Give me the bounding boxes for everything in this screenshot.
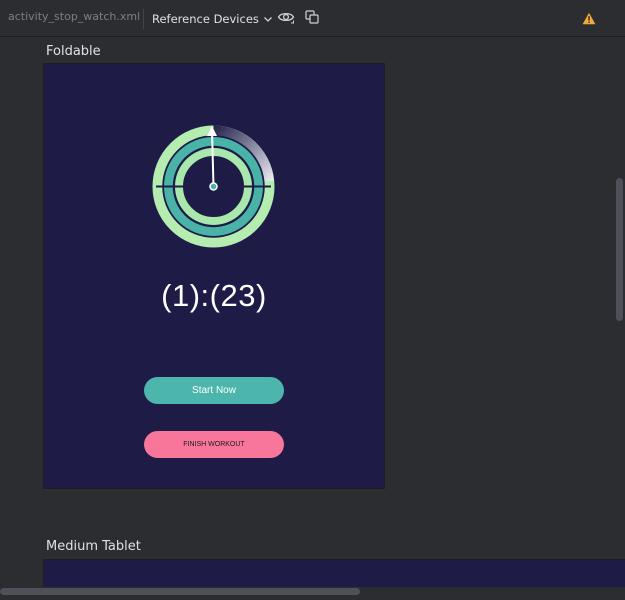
warning-icon [582, 10, 596, 29]
eye-icon [277, 9, 295, 29]
reference-devices-dropdown[interactable]: Reference Devices [152, 8, 274, 30]
file-tab[interactable]: activity_stop_watch.xml [8, 10, 140, 23]
medium-tablet-section-label: Medium Tablet [46, 539, 141, 554]
toolbar-divider [143, 9, 144, 29]
visibility-toggle-button[interactable] [275, 8, 297, 30]
preview-toolbar: activity_stop_watch.xml Reference Device… [0, 0, 625, 37]
finish-workout-button[interactable]: FINISH WORKOUT [144, 431, 284, 458]
foldable-device-preview[interactable]: (1):(23) Start Now FINISH WORKOUT [44, 64, 384, 488]
reference-devices-label: Reference Devices [152, 12, 259, 26]
vertical-scrollbar[interactable] [616, 178, 623, 321]
issues-warning-button[interactable] [578, 8, 600, 30]
chevron-down-icon [262, 10, 274, 29]
layout-copy-button[interactable] [301, 8, 323, 30]
stopwatch-ring-graphic [152, 125, 275, 248]
foldable-section-label: Foldable [46, 44, 101, 59]
start-now-button[interactable]: Start Now [144, 377, 284, 404]
timer-display: (1):(23) [161, 278, 267, 313]
horizontal-scrollbar[interactable] [0, 588, 360, 595]
layout-preview-window: activity_stop_watch.xml Reference Device… [0, 0, 625, 600]
copy-icon [304, 9, 320, 29]
